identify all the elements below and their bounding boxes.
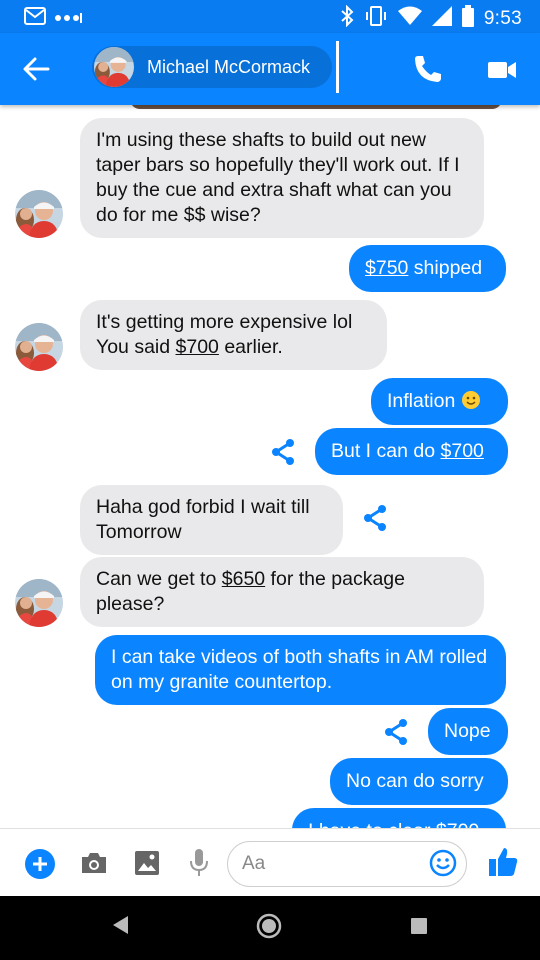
- nav-recents-button[interactable]: [410, 917, 428, 940]
- status-right: 9:53: [340, 4, 522, 33]
- contact-name: Michael McCormack: [147, 56, 311, 77]
- sent-message[interactable]: No can do sorry: [330, 758, 508, 805]
- message-text: It's getting more expensive lol: [96, 311, 353, 333]
- voice-call-button[interactable]: [412, 53, 444, 85]
- price-link[interactable]: $700: [176, 336, 219, 358]
- contact-profile-button[interactable]: Michael McCormack: [92, 46, 332, 88]
- wifi-icon: [397, 6, 422, 32]
- price-link[interactable]: $750: [365, 257, 408, 279]
- received-message[interactable]: I'm using these shafts to build out new …: [80, 118, 484, 238]
- sent-message[interactable]: $750 shipped: [349, 245, 506, 292]
- emoji-button[interactable]: [429, 849, 457, 882]
- message-text: Haha god forbid I wait till Tomorrow: [96, 496, 310, 543]
- message-text: I can take videos of both shafts in AM r…: [111, 646, 488, 693]
- message-text: Inflation: [387, 390, 461, 412]
- back-button[interactable]: [20, 55, 52, 83]
- voice-button[interactable]: [189, 848, 209, 883]
- received-message[interactable]: Haha god forbid I wait till Tomorrow: [80, 485, 343, 555]
- message-text: But I can do: [331, 440, 441, 462]
- message-text: I'm using these shafts to build out new …: [96, 129, 460, 226]
- emoji-icon: [429, 849, 457, 877]
- nav-back-button[interactable]: [110, 914, 130, 941]
- bluetooth-icon: [340, 4, 354, 33]
- share-icon[interactable]: [268, 437, 298, 467]
- camera-icon: [82, 853, 106, 873]
- price-link[interactable]: $700: [441, 440, 484, 462]
- message-text: Nope: [444, 720, 491, 742]
- sender-avatar: [15, 323, 63, 371]
- battery-icon: [461, 5, 474, 33]
- clock-time: 9:53: [483, 8, 522, 29]
- sent-message[interactable]: Nope: [428, 708, 508, 755]
- sent-message[interactable]: I have to clear $700: [292, 808, 506, 828]
- sent-message[interactable]: Inflation: [371, 378, 508, 425]
- message-text: Can we get to: [96, 568, 222, 590]
- message-composer: [0, 828, 540, 896]
- more-notifications-icon: [54, 10, 82, 28]
- message-thread: I'm using these shafts to build out new …: [0, 105, 540, 828]
- nav-back-icon: [113, 916, 128, 934]
- sender-avatar: [15, 579, 63, 627]
- received-message[interactable]: It's getting more expensive lol You said…: [80, 300, 387, 370]
- header-divider: [336, 41, 339, 93]
- gmail-icon: [24, 7, 46, 30]
- signal-icon: [431, 6, 452, 32]
- message-text: shipped: [408, 257, 483, 279]
- phone-icon: [415, 56, 441, 82]
- sent-message[interactable]: I can take videos of both shafts in AM r…: [95, 635, 506, 705]
- vibrate-icon: [364, 5, 388, 33]
- sent-message[interactable]: But I can do $700: [315, 428, 508, 475]
- video-call-button[interactable]: [486, 55, 518, 85]
- thumbs-up-icon: [489, 848, 518, 876]
- like-button[interactable]: [487, 846, 519, 883]
- camera-button[interactable]: [80, 850, 108, 881]
- status-bar: 9:53: [0, 0, 540, 33]
- message-text: No can do sorry: [346, 770, 484, 792]
- message-text: earlier.: [218, 336, 283, 358]
- message-text: I have to clear $700: [308, 820, 479, 828]
- previous-message-edge: [130, 105, 502, 109]
- nav-home-icon: [256, 913, 282, 939]
- nav-home-button[interactable]: [256, 913, 282, 944]
- microphone-icon: [190, 849, 208, 876]
- share-icon[interactable]: [381, 717, 411, 747]
- smiley-emoji-icon: [461, 390, 481, 417]
- add-button[interactable]: [24, 848, 56, 885]
- received-message[interactable]: Can we get to $650 for the package pleas…: [80, 557, 484, 627]
- nav-recents-icon: [411, 918, 427, 934]
- system-nav-bar: [0, 896, 540, 960]
- sender-avatar: [15, 190, 63, 238]
- image-icon: [135, 851, 159, 875]
- price-link[interactable]: $650: [222, 568, 265, 590]
- share-icon[interactable]: [360, 503, 390, 533]
- back-arrow-icon: [23, 57, 50, 81]
- plus-icon: [25, 849, 55, 879]
- contact-avatar: [94, 47, 134, 87]
- conversation-header: Michael McCormack: [0, 33, 540, 105]
- gallery-button[interactable]: [134, 850, 160, 881]
- message-text: You said: [96, 336, 176, 358]
- video-camera-icon: [488, 62, 516, 78]
- status-left: [24, 7, 82, 30]
